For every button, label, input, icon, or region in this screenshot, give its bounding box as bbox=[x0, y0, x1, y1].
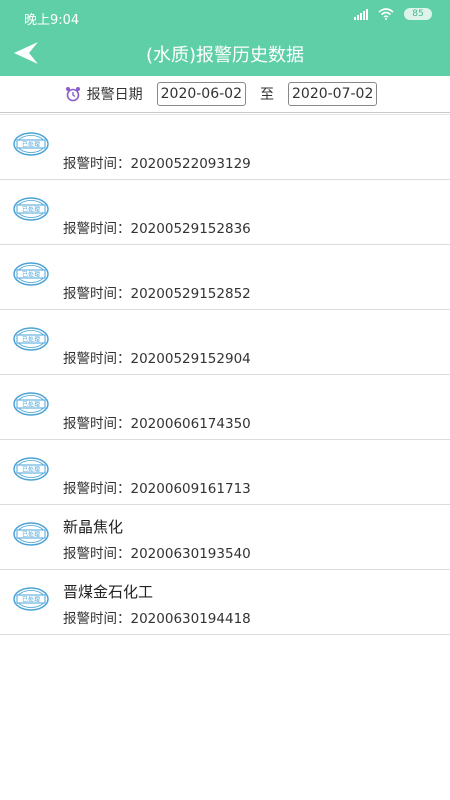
stamp-text: 已处理 bbox=[22, 336, 40, 344]
processed-stamp-icon: 已处理 bbox=[13, 522, 49, 546]
item-alarm-time: 报警时间：20200522093129 bbox=[63, 152, 251, 172]
item-alarm-time: 报警时间：20200609161713 bbox=[63, 477, 251, 497]
alarm-time-label: 报警时间： bbox=[63, 546, 131, 562]
alarm-clock-icon bbox=[65, 87, 80, 102]
processed-stamp-icon: 已处理 bbox=[13, 132, 49, 156]
alarm-time-label: 报警时间： bbox=[63, 286, 131, 302]
stamp-text: 已处理 bbox=[22, 271, 40, 279]
item-company-name: 新晶焦化 bbox=[63, 518, 124, 536]
signal-icon bbox=[354, 8, 368, 20]
alarm-record-list: 已处理 报警时间：20200522093129 已处理 报警时间：2020052915… bbox=[0, 114, 450, 635]
list-item[interactable]: 已处理报警时间：20200529152852 bbox=[0, 245, 450, 310]
item-company-name: 晋煤金石化工 bbox=[63, 583, 154, 601]
list-item[interactable]: 已处理报警时间：20200609161713 bbox=[0, 440, 450, 505]
processed-stamp-icon: 已处理 bbox=[13, 587, 49, 611]
alarm-time-label: 报警时间： bbox=[63, 156, 131, 172]
alarm-time-label: 报警时间： bbox=[63, 351, 131, 367]
alarm-time-value: 20200522093129 bbox=[130, 156, 251, 172]
title-bar: (水质)报警历史数据 bbox=[0, 30, 450, 76]
alarm-time-label: 报警时间： bbox=[63, 481, 131, 497]
alarm-time-label: 报警时间： bbox=[63, 416, 131, 432]
item-alarm-time: 报警时间：20200630194418 bbox=[63, 607, 251, 627]
alarm-time-value: 20200609161713 bbox=[130, 481, 251, 497]
processed-stamp-icon: 已处理 bbox=[13, 197, 49, 221]
processed-stamp-icon: 已处理 bbox=[13, 457, 49, 481]
start-date-field[interactable]: 2020-06-02 bbox=[156, 82, 246, 106]
alarm-time-value: 20200529152904 bbox=[130, 351, 251, 367]
processed-stamp-icon: 已处理 bbox=[13, 327, 49, 351]
list-item[interactable]: 已处理报警时间：20200522093129 bbox=[0, 115, 450, 180]
date-filter-bar: 报警日期 2020-06-02 至 2020-07-02 bbox=[0, 76, 450, 113]
battery-icon: 85 bbox=[404, 8, 432, 20]
stamp-text: 已处理 bbox=[22, 401, 40, 409]
list-item[interactable]: 已处理 晋煤金石化工 报警时间：20200630194418 bbox=[0, 570, 450, 635]
alarm-time-value: 20200529152836 bbox=[130, 221, 251, 237]
item-alarm-time: 报警时间：20200529152836 bbox=[63, 217, 251, 237]
item-alarm-time: 报警时间：20200630193540 bbox=[63, 542, 251, 562]
processed-stamp-icon: 已处理 bbox=[13, 392, 49, 416]
item-alarm-time: 报警时间：20200606174350 bbox=[63, 412, 251, 432]
list-item[interactable]: 已处理报警时间：20200529152904 bbox=[0, 310, 450, 375]
wifi-icon bbox=[378, 8, 394, 20]
alarm-time-label: 报警时间： bbox=[63, 221, 131, 237]
stamp-text: 已处理 bbox=[22, 531, 40, 539]
stamp-text: 已处理 bbox=[22, 206, 40, 214]
date-filter-label: 报警日期 bbox=[86, 87, 143, 103]
date-separator: 至 bbox=[260, 87, 274, 103]
alarm-time-label: 报警时间： bbox=[63, 611, 131, 627]
stamp-text: 已处理 bbox=[22, 141, 40, 149]
list-item[interactable]: 已处理报警时间：20200529152836 bbox=[0, 180, 450, 245]
status-icons: 85 bbox=[354, 8, 432, 20]
item-alarm-time: 报警时间：20200529152904 bbox=[63, 347, 251, 367]
alarm-time-value: 20200606174350 bbox=[130, 416, 251, 432]
page-title: (水质)报警历史数据 bbox=[145, 45, 305, 66]
list-item[interactable]: 已处理 新晶焦化报警时间：20200630193540 bbox=[0, 505, 450, 570]
status-time: 晚上9:04 bbox=[24, 13, 80, 28]
item-alarm-time: 报警时间：20200529152852 bbox=[63, 282, 251, 302]
end-date-field[interactable]: 2020-07-02 bbox=[288, 82, 378, 106]
stamp-text: 已处理 bbox=[22, 596, 40, 604]
alarm-time-value: 20200630194418 bbox=[130, 611, 251, 627]
alarm-time-value: 20200630193540 bbox=[130, 546, 251, 562]
alarm-time-value: 20200529152852 bbox=[130, 286, 251, 302]
stamp-text: 已处理 bbox=[22, 466, 40, 474]
status-bar: 晚上9:04 85 bbox=[0, 0, 450, 30]
list-item[interactable]: 已处理报警时间：20200606174350 bbox=[0, 375, 450, 440]
processed-stamp-icon: 已处理 bbox=[13, 262, 49, 286]
app-header: 晚上9:04 85 (水质)报警历史数据 bbox=[0, 0, 450, 76]
